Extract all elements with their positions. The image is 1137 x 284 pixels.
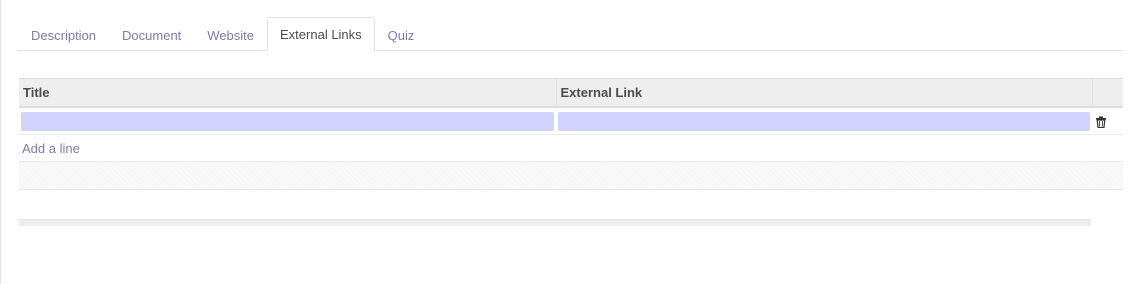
tab-document[interactable]: Document [109,18,194,51]
add-line-row: Add a line [19,134,1123,162]
external-link-input[interactable] [558,111,1090,131]
table-header-row: Title External Link [19,78,1123,108]
column-header-actions [1092,78,1123,108]
notebook-tabs: Description Document Website External Li… [18,17,1123,51]
column-header-external-link[interactable]: External Link [556,78,1093,108]
add-line-cell: Add a line [19,134,1123,162]
empty-row [19,161,1123,190]
external-link-cell [556,106,1092,135]
trash-icon[interactable] [1095,116,1107,128]
tab-quiz[interactable]: Quiz [375,18,428,51]
tab-external-links[interactable]: External Links [267,17,375,51]
horizontal-scrollbar[interactable] [19,219,1091,226]
column-header-title[interactable]: Title [19,78,557,108]
add-a-line-link[interactable]: Add a line [21,141,80,156]
title-input[interactable] [21,111,554,131]
tab-description[interactable]: Description [18,18,109,51]
tab-website[interactable]: Website [194,18,267,51]
empty-cell [19,161,1123,190]
delete-cell [1092,106,1123,135]
form-page: Description Document Website External Li… [0,0,1137,284]
external-links-table: Title External Link Add a line [19,78,1123,190]
table-row[interactable] [19,106,1123,135]
title-cell [19,106,556,135]
